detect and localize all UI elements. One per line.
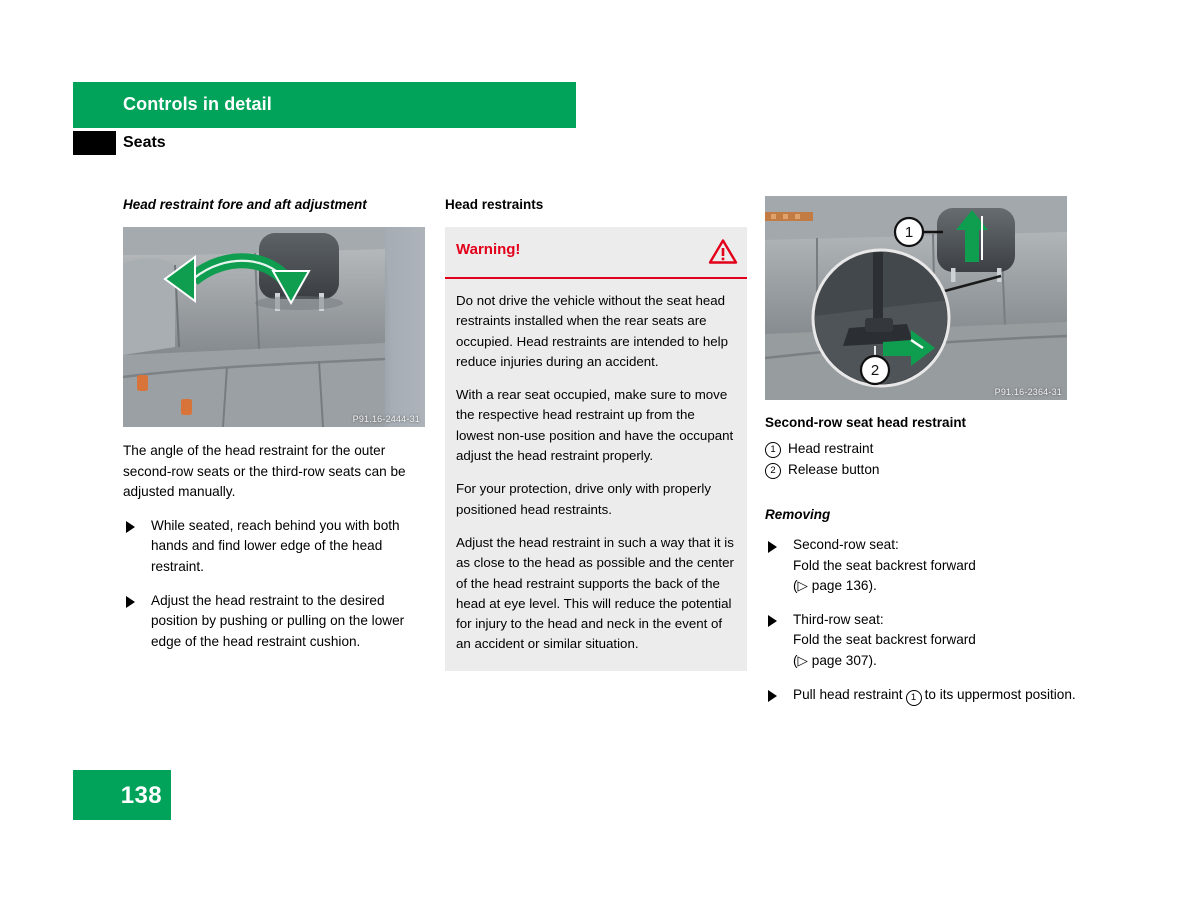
callout-number-icon: 2	[765, 463, 781, 479]
step-line-1: Second-row seat:	[793, 537, 899, 552]
figure-caption: P91.16-2364-31	[994, 387, 1062, 397]
callout-marker-2: 2	[859, 354, 891, 386]
chapter-title: Controls in detail	[123, 94, 272, 114]
legend-item: 2 Release button	[765, 459, 1067, 480]
step-page-reference: (▷ page 136).	[793, 578, 877, 594]
warning-paragraph: For your protection, drive only with pro…	[456, 481, 711, 517]
final-step-suffix: to its uppermost position.	[924, 686, 1076, 702]
rear-window-reflectors	[765, 212, 813, 221]
left-column-heading: Head restraint fore and aft adjustment	[123, 197, 367, 212]
chapter-header-bar: Controls in detail	[73, 82, 576, 128]
bullet-triangle-icon	[768, 690, 777, 703]
svg-text:2: 2	[871, 362, 879, 379]
page-number: 138	[120, 782, 162, 809]
figure-second-row-head-restraint: 1 2 P91.16-2364-31	[765, 196, 1067, 400]
warning-paragraph: Do not drive the vehicle without the sea…	[456, 293, 729, 369]
warning-box: Warning! Do not drive the vehicle withou…	[445, 227, 747, 671]
legend-label: Release button	[788, 462, 880, 477]
figure-legend: 1 Head restraint 2 Release button	[765, 438, 1067, 480]
manual-page: Controls in detail Seats Head restraint …	[0, 0, 1200, 900]
svg-text:1: 1	[905, 224, 913, 241]
step-line-1: Third-row seat:	[793, 611, 884, 627]
middle-column-heading: Head restraints	[445, 197, 544, 212]
step-line-2: Fold the seat backrest forward	[793, 557, 976, 573]
final-step-prefix: Pull head restraint	[793, 686, 903, 702]
section-tab-marker	[73, 131, 116, 155]
step-page-reference: (▷ page 307).	[793, 652, 877, 668]
warning-paragraph: Adjust the head restraint in such a way …	[456, 534, 734, 652]
bullet-triangle-icon	[126, 596, 135, 609]
bullet-triangle-icon	[768, 540, 777, 553]
figure-title: Second-row seat head restraint	[765, 415, 967, 430]
legend-item: 1 Head restraint	[765, 438, 1067, 459]
bullet-triangle-icon	[126, 521, 135, 534]
warning-box-body: Do not drive the vehicle without the sea…	[445, 279, 747, 671]
removing-steps-list: Second-row seat: Fold the seat backrest …	[765, 535, 1076, 706]
list-item-text: Adjust the head restraint to the desired…	[151, 592, 405, 649]
page-number-block: 138	[73, 770, 171, 820]
bullet-triangle-icon	[768, 615, 777, 628]
figure-caption: P91.16-2444-31	[352, 414, 420, 424]
middle-column: Head restraints Warning! Do not drive th…	[445, 196, 747, 671]
rear-seat-photo-illustration	[123, 227, 425, 427]
list-item: While seated, reach behind you with both…	[123, 516, 425, 578]
figure-head-restraint-angle: P91.16-2444-31	[123, 227, 425, 427]
callout-number-icon: 1	[905, 689, 922, 706]
step-line-2: Fold the seat backrest forward	[793, 632, 976, 648]
head-restraint-shape	[937, 208, 1015, 282]
warning-box-header: Warning!	[445, 227, 747, 279]
legend-label: Head restraint	[788, 441, 874, 456]
right-column: 1 2 P91.16-2364-31 Second-row seat head …	[765, 196, 1076, 706]
section-title: Seats	[123, 134, 166, 151]
removing-heading: Removing	[765, 507, 831, 522]
list-item-text: While seated, reach behind you with both…	[151, 517, 400, 574]
list-item: Second-row seat: Fold the seat backrest …	[765, 535, 1067, 597]
left-column: Head restraint fore and aft adjustment P…	[123, 196, 425, 652]
callout-number-icon: 1	[765, 442, 781, 458]
list-item: Adjust the head restraint to the desired…	[123, 591, 425, 653]
warning-title: Warning!	[456, 241, 521, 258]
warning-paragraph: With a rear seat occupied, make sure to …	[456, 387, 734, 464]
left-column-paragraph: The angle of the head restraint for the …	[123, 443, 406, 500]
list-item: Third-row seat: Fold the seat backrest f…	[765, 610, 1067, 672]
second-row-seat-illustration: 1 2	[765, 196, 1067, 400]
left-column-bullet-list: While seated, reach behind you with both…	[123, 516, 425, 653]
warning-triangle-icon	[708, 239, 738, 264]
list-item: Pull head restraint 1 to its uppermost pos…	[765, 685, 1103, 706]
